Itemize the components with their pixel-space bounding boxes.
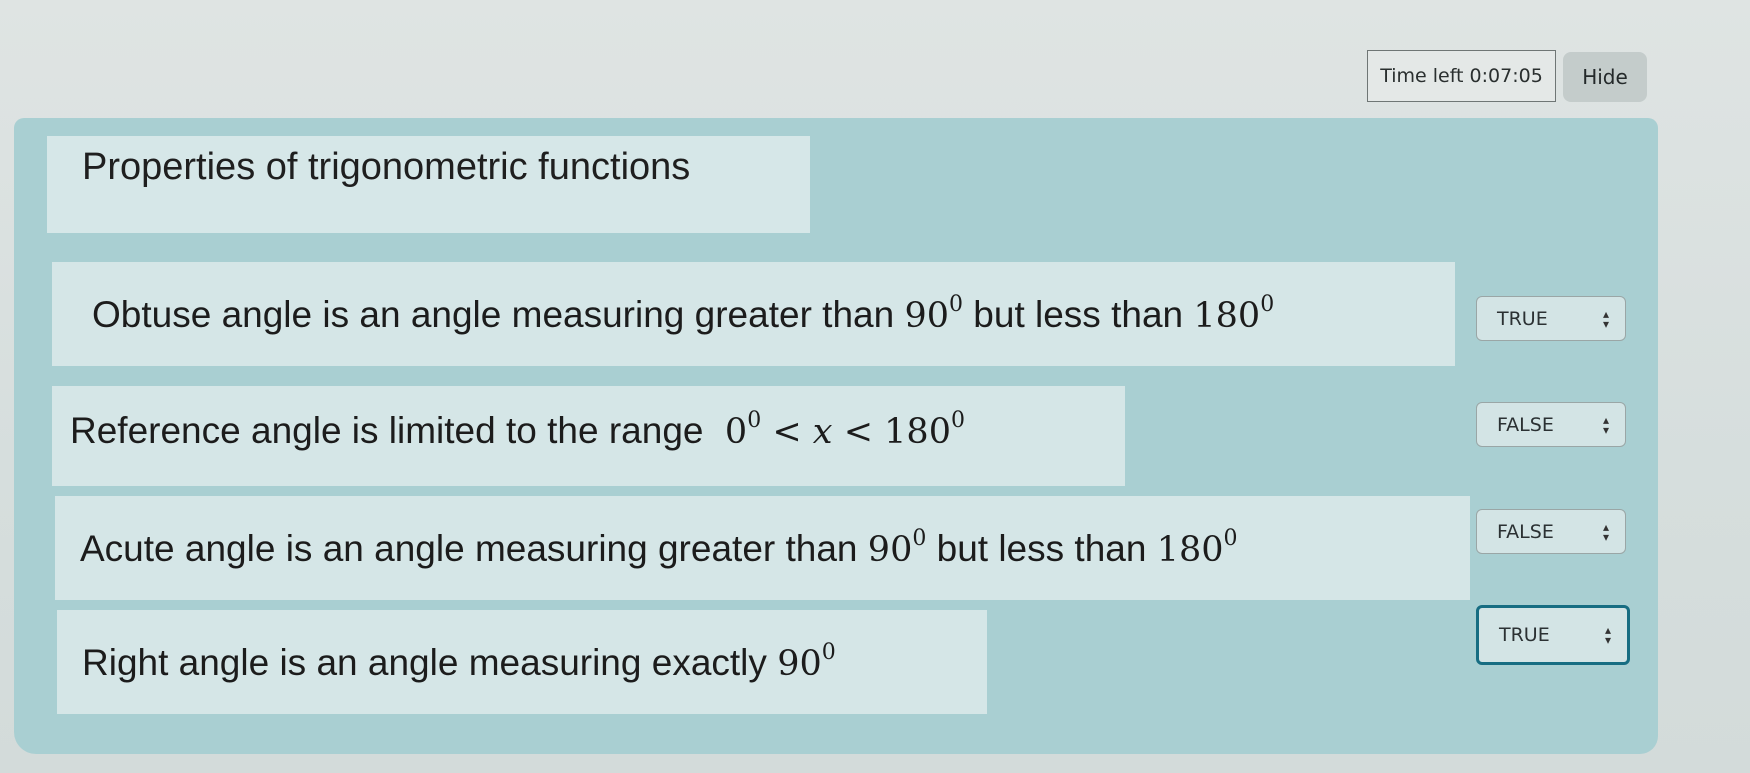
math-expression: 900 bbox=[904, 292, 964, 336]
updown-chevron-icon: ▴ ▾ bbox=[1602, 306, 1609, 331]
updown-chevron-icon: ▴ ▾ bbox=[1604, 623, 1611, 647]
statement-text: Acute angle is an angle measuring greate… bbox=[80, 528, 858, 569]
statement-row-1: Obtuse angle is an angle measuring great… bbox=[52, 262, 1455, 366]
answer-select-value: FALSE bbox=[1497, 413, 1554, 436]
question-title: Properties of trigonometric functions bbox=[47, 136, 810, 233]
answer-select-value: TRUE bbox=[1497, 307, 1548, 330]
answer-select-2[interactable]: FALSE ▴ ▾ bbox=[1476, 402, 1626, 447]
math-expression: 900 bbox=[867, 526, 927, 570]
math-expression: 900 bbox=[777, 640, 836, 684]
math-expression: 1800 bbox=[1193, 292, 1275, 336]
statement-text: Reference angle is limited to the range bbox=[70, 410, 704, 451]
answer-select-1[interactable]: TRUE ▴ ▾ bbox=[1476, 296, 1626, 341]
statement-row-3: Acute angle is an angle measuring greate… bbox=[55, 496, 1470, 600]
updown-chevron-icon: ▴ ▾ bbox=[1602, 412, 1609, 437]
statement-text: Right angle is an angle measuring exactl… bbox=[82, 642, 767, 683]
answer-select-4[interactable]: TRUE ▴ ▾ bbox=[1476, 605, 1630, 665]
time-left-display: Time left 0:07:05 bbox=[1367, 50, 1556, 102]
math-expression: 1800 bbox=[1156, 526, 1238, 570]
math-expression: 00 < x < 1800 bbox=[724, 408, 965, 452]
statement-row-4: Right angle is an angle measuring exactl… bbox=[57, 610, 987, 714]
statement-text-mid: but less than bbox=[973, 294, 1184, 335]
updown-chevron-icon: ▴ ▾ bbox=[1602, 519, 1609, 544]
time-left-value: 0:07:05 bbox=[1469, 65, 1543, 87]
statement-row-2: Reference angle is limited to the range … bbox=[52, 386, 1125, 486]
statement-text: Obtuse angle is an angle measuring great… bbox=[92, 294, 895, 335]
answer-select-3[interactable]: FALSE ▴ ▾ bbox=[1476, 509, 1626, 554]
answer-select-value: FALSE bbox=[1497, 520, 1554, 543]
statement-text-mid: but less than bbox=[936, 528, 1147, 569]
hide-timer-button[interactable]: Hide bbox=[1563, 52, 1647, 102]
time-left-label: Time left bbox=[1380, 65, 1464, 87]
answer-select-value: TRUE bbox=[1499, 624, 1550, 646]
